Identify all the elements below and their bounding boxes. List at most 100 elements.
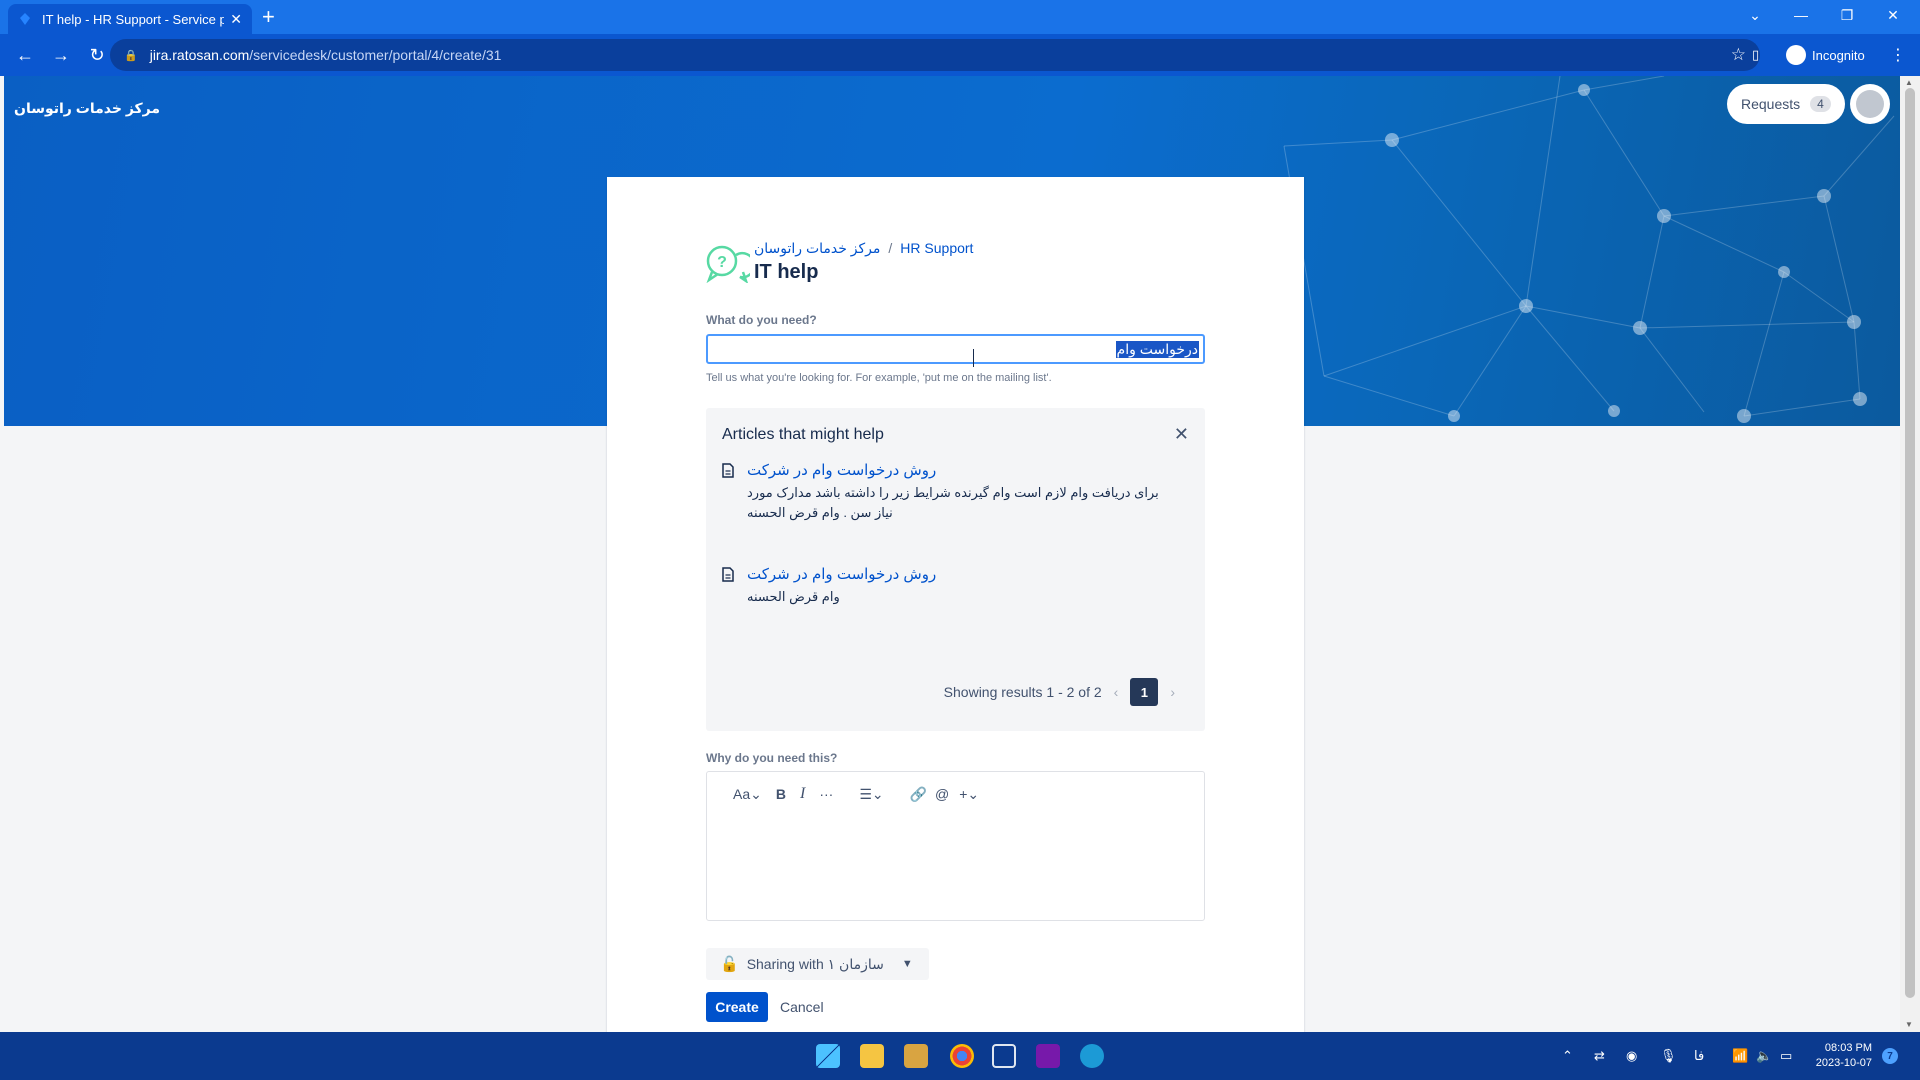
windows-taskbar: ⌃ ⇄ ◉ 🎙 فا 📶 🔈 ▭ 08:03 PM 2023-10-07 7	[0, 1032, 1920, 1080]
suggested-articles-panel: Articles that might help ✕ روش درخواست و…	[706, 408, 1205, 731]
list-dropdown-icon[interactable]: ☰⌄	[859, 786, 883, 803]
app-launcher-icon[interactable]	[904, 1044, 928, 1068]
tab-close-icon[interactable]: ✕	[230, 11, 242, 28]
browser-tab[interactable]: IT help - HR Support - Service p ✕	[8, 4, 252, 34]
description-editor[interactable]: Aa⌄ B I ··· ☰⌄ 🔗 @ +⌄	[706, 771, 1205, 921]
page-number-button[interactable]: 1	[1130, 678, 1159, 706]
link-icon[interactable]: 🔗	[910, 786, 927, 803]
close-window-icon[interactable]: ✕	[1870, 0, 1916, 30]
virtualbox-icon[interactable]	[992, 1044, 1016, 1068]
forward-icon[interactable]: →	[46, 40, 76, 70]
scroll-up-icon[interactable]: ▲	[1905, 78, 1913, 87]
bold-button[interactable]: B	[776, 786, 786, 802]
incognito-profile[interactable]: Incognito	[1786, 34, 1865, 76]
breadcrumb-separator: /	[888, 240, 893, 256]
articles-pagination: Showing results 1 - 2 of 2 ‹ 1 ›	[944, 678, 1187, 706]
page-viewport: مرکز خدمات راتوسان Requests 4 ? مرکز خدم…	[4, 76, 1900, 1032]
url-path: /servicedesk/customer/portal/4/create/31	[249, 47, 502, 63]
page-title: IT help	[754, 261, 819, 283]
address-bar[interactable]: 🔒 jira.ratosan.com/servicedesk/customer/…	[110, 39, 1760, 71]
description-label: Why do you need this?	[706, 751, 838, 765]
side-panel-icon[interactable]: ▯	[1752, 34, 1759, 76]
portal-help-icon: ?	[706, 245, 750, 283]
article-excerpt: برای دریافت وام لازم است وام گیرنده شرای…	[747, 485, 1159, 500]
breadcrumb-help-center[interactable]: مرکز خدمات راتوسان	[754, 240, 880, 256]
file-explorer-icon[interactable]	[860, 1044, 884, 1068]
create-request-card: ? مرکز خدمات راتوسان / HR Support IT help …	[607, 177, 1304, 1032]
incognito-label: Incognito	[1812, 47, 1865, 63]
italic-button[interactable]: I	[800, 785, 805, 803]
sharing-prefix: Sharing with	[746, 956, 824, 972]
user-avatar[interactable]	[1850, 84, 1890, 124]
requests-label: Requests	[1741, 96, 1801, 112]
scroll-down-icon[interactable]: ▼	[1905, 1020, 1913, 1029]
more-formatting-button[interactable]: ···	[819, 786, 833, 802]
clock-date: 2023-10-07	[1815, 1057, 1872, 1069]
unlock-icon: 🔓	[720, 956, 739, 973]
summary-selected-text: درخواست وام	[1115, 340, 1199, 358]
restore-icon[interactable]: ❐	[1824, 0, 1870, 30]
text-style-label: Aa	[733, 785, 751, 802]
battery-icon[interactable]: ▭	[1780, 1032, 1792, 1080]
new-tab-icon[interactable]: +	[262, 5, 275, 29]
summary-help-text: Tell us what you're looking for. For exa…	[706, 372, 1052, 384]
incognito-icon	[1786, 45, 1806, 65]
sharing-dropdown[interactable]: 🔓 Sharing with سازمان ۱ ▼	[706, 948, 929, 980]
sharing-org: سازمان ۱	[827, 955, 884, 972]
chrome-menu-icon[interactable]: ⋮	[1890, 34, 1906, 76]
results-count: Showing results 1 - 2 of 2	[943, 684, 1102, 700]
svg-text:?: ?	[717, 254, 727, 271]
network-transfer-icon[interactable]: ⇄	[1594, 1032, 1605, 1080]
close-icon[interactable]: ✕	[1174, 424, 1189, 445]
site-info-icon[interactable]: 🔒	[124, 49, 138, 62]
url-host: jira.ratosan.com	[149, 47, 250, 63]
article-title[interactable]: روش درخواست وام در شرکت	[747, 461, 936, 479]
requests-button[interactable]: Requests 4	[1727, 84, 1845, 124]
reload-icon[interactable]: ↻	[82, 40, 112, 70]
language-indicator[interactable]: فا	[1694, 1032, 1704, 1080]
system-clock[interactable]: 08:03 PM 2023-10-07	[1816, 1041, 1872, 1071]
scrollbar-thumb[interactable]	[1905, 88, 1915, 998]
document-icon	[722, 463, 734, 478]
article-excerpt: نیاز سن . وام قرض الحسنه	[747, 505, 893, 520]
tab-search-icon[interactable]: ⌄	[1732, 0, 1778, 30]
chevron-down-icon: ▼	[901, 958, 913, 970]
browser-app-icon[interactable]	[1080, 1044, 1104, 1068]
page-scrollbar[interactable]: ▲ ▼	[1900, 76, 1920, 1032]
chevron-left-icon[interactable]: ‹	[1114, 684, 1119, 700]
wifi-icon[interactable]: 📶	[1732, 1032, 1748, 1080]
article-excerpt: وام قرض الحسنه	[747, 589, 840, 604]
cancel-button[interactable]: Cancel	[780, 992, 824, 1022]
notification-badge[interactable]: 7	[1882, 1048, 1898, 1064]
browser-tab-strip: IT help - HR Support - Service p ✕ + ⌄ —…	[0, 0, 1920, 34]
summary-input[interactable]: درخواست وام	[706, 334, 1205, 364]
bookmark-star-icon[interactable]: ☆	[1731, 45, 1746, 65]
microphone-icon[interactable]: 🎙	[1660, 1032, 1677, 1080]
back-icon[interactable]: ←	[10, 40, 40, 70]
chevron-right-icon[interactable]: ›	[1170, 684, 1175, 700]
create-button[interactable]: Create	[706, 992, 768, 1022]
windows-start-icon[interactable]	[816, 1044, 840, 1068]
articles-heading: Articles that might help	[722, 426, 884, 443]
browser-toolbar: ← → ↻ 🔒 jira.ratosan.com/servicedesk/cus…	[0, 34, 1920, 76]
chrome-taskbar-icon[interactable]	[950, 1044, 974, 1068]
clock-time: 08:03 PM	[1824, 1042, 1872, 1054]
requests-count-badge: 4	[1810, 96, 1831, 112]
vpn-icon[interactable]: ◉	[1626, 1032, 1637, 1080]
article-title[interactable]: روش درخواست وام در شرکت	[747, 565, 936, 583]
tab-title: IT help - HR Support - Service p	[42, 11, 225, 27]
mention-icon[interactable]: @	[935, 786, 949, 802]
editor-toolbar: Aa⌄ B I ··· ☰⌄ 🔗 @ +⌄	[733, 782, 993, 806]
document-icon	[722, 567, 734, 582]
minimize-icon[interactable]: —	[1778, 0, 1824, 30]
text-style-dropdown[interactable]: Aa⌄	[733, 786, 762, 803]
insert-dropdown-icon[interactable]: +⌄	[959, 786, 979, 803]
volume-icon[interactable]: 🔈	[1756, 1032, 1772, 1080]
breadcrumb-portal[interactable]: HR Support	[900, 240, 973, 256]
avatar-icon	[1856, 90, 1884, 118]
onenote-icon[interactable]	[1036, 1044, 1060, 1068]
help-center-name[interactable]: مرکز خدمات راتوسان	[14, 100, 160, 117]
jira-favicon-icon	[20, 13, 30, 25]
summary-label: What do you need?	[706, 313, 817, 327]
show-hidden-icons-icon[interactable]: ⌃	[1562, 1032, 1573, 1080]
